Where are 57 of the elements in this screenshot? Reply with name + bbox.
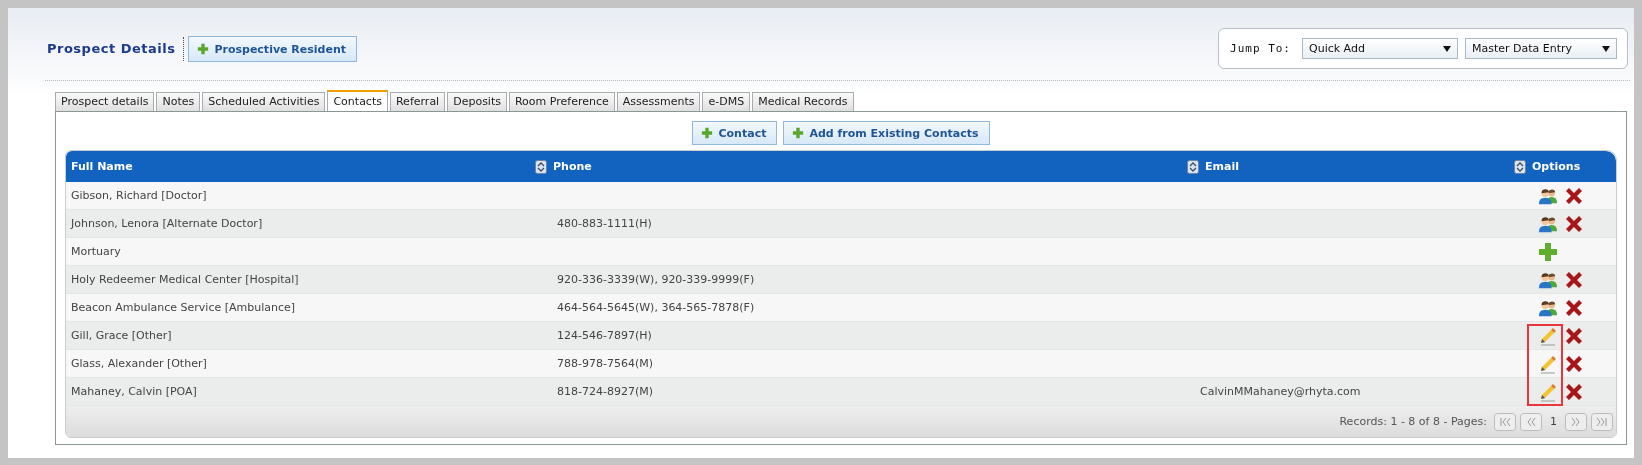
caret-icon: [1602, 44, 1610, 53]
tab[interactable]: Room Preference: [508, 92, 615, 111]
table-cell: 464-564-5645(W), 364-565-7878(F): [557, 301, 755, 314]
tab[interactable]: Contacts: [327, 90, 388, 111]
tab[interactable]: Referral: [389, 92, 446, 111]
add-button[interactable]: Contact: [692, 121, 778, 145]
table-cell: Gill, Grace [Other]: [71, 329, 172, 342]
caret-icon: [1443, 44, 1451, 53]
table-cell: Gibson, Richard [Doctor]: [71, 189, 207, 202]
add-button[interactable]: Add from Existing Contacts: [783, 121, 990, 145]
table-cell: 920-336-3339(W), 920-339-9999(F): [557, 273, 755, 286]
tab[interactable]: Medical Records: [752, 92, 854, 111]
delete-icon[interactable]: [1564, 325, 1584, 346]
tab[interactable]: Notes: [156, 92, 201, 111]
plus-icon: [701, 127, 714, 139]
jump-to-label: Jump To:: [1230, 42, 1291, 55]
column-header[interactable]: Email: [1205, 160, 1239, 173]
records-label: Records: 1 - 8 of 8 - Pages:: [1339, 415, 1487, 428]
table-cell: Johnson, Lenora [Alternate Doctor]: [71, 217, 263, 230]
tab[interactable]: Prospect details: [55, 92, 155, 111]
table-cell: Beacon Ambulance Service [Ambulance]: [71, 301, 296, 314]
page-number: 1: [1549, 415, 1558, 428]
column-header[interactable]: Options: [1532, 160, 1581, 173]
delete-icon[interactable]: [1564, 185, 1584, 206]
sort-icon[interactable]: [1514, 159, 1526, 174]
table-cell: Mahaney, Calvin [POA]: [71, 385, 197, 398]
sort-icon[interactable]: [535, 159, 547, 174]
delete-icon[interactable]: [1564, 213, 1584, 234]
column-header[interactable]: Phone: [553, 160, 592, 173]
tab[interactable]: Scheduled Activities: [202, 92, 326, 111]
plus-icon: [792, 127, 805, 139]
table-cell: Mortuary: [71, 245, 121, 258]
pencil-icon[interactable]: [1538, 381, 1558, 402]
sort-icon[interactable]: [1187, 159, 1199, 174]
delete-icon[interactable]: [1564, 353, 1584, 374]
table-cell: 480-883-1111(H): [557, 217, 652, 230]
table-cell: Glass, Alexander [Other]: [71, 357, 207, 370]
dropdown[interactable]: Master Data Entry: [1465, 38, 1617, 59]
table-cell: 818-724-8927(M): [557, 385, 653, 398]
page-title: Prospect Details: [45, 37, 185, 61]
tab[interactable]: Assessments: [616, 92, 701, 111]
dropdown[interactable]: Quick Add: [1302, 38, 1458, 59]
add-icon[interactable]: [1538, 241, 1558, 262]
table-cell: 124-546-7897(H): [557, 329, 652, 342]
tab[interactable]: Deposits: [447, 92, 507, 111]
table-cell: CalvinMMahaney@rhyta.com: [1200, 385, 1361, 398]
column-header[interactable]: Full Name: [71, 160, 133, 173]
delete-icon[interactable]: [1564, 381, 1584, 402]
delete-icon[interactable]: [1564, 269, 1584, 290]
table-cell: Holy Redeemer Medical Center [Hospital]: [71, 273, 299, 286]
pencil-icon[interactable]: [1538, 353, 1558, 374]
table-cell: 788-978-7564(M): [557, 357, 653, 370]
delete-icon[interactable]: [1564, 297, 1584, 318]
prospective-resident-button[interactable]: Prospective Resident: [188, 36, 358, 62]
tab[interactable]: e-DMS: [702, 92, 751, 111]
plus-icon: [197, 43, 210, 55]
pencil-icon[interactable]: [1538, 325, 1558, 346]
